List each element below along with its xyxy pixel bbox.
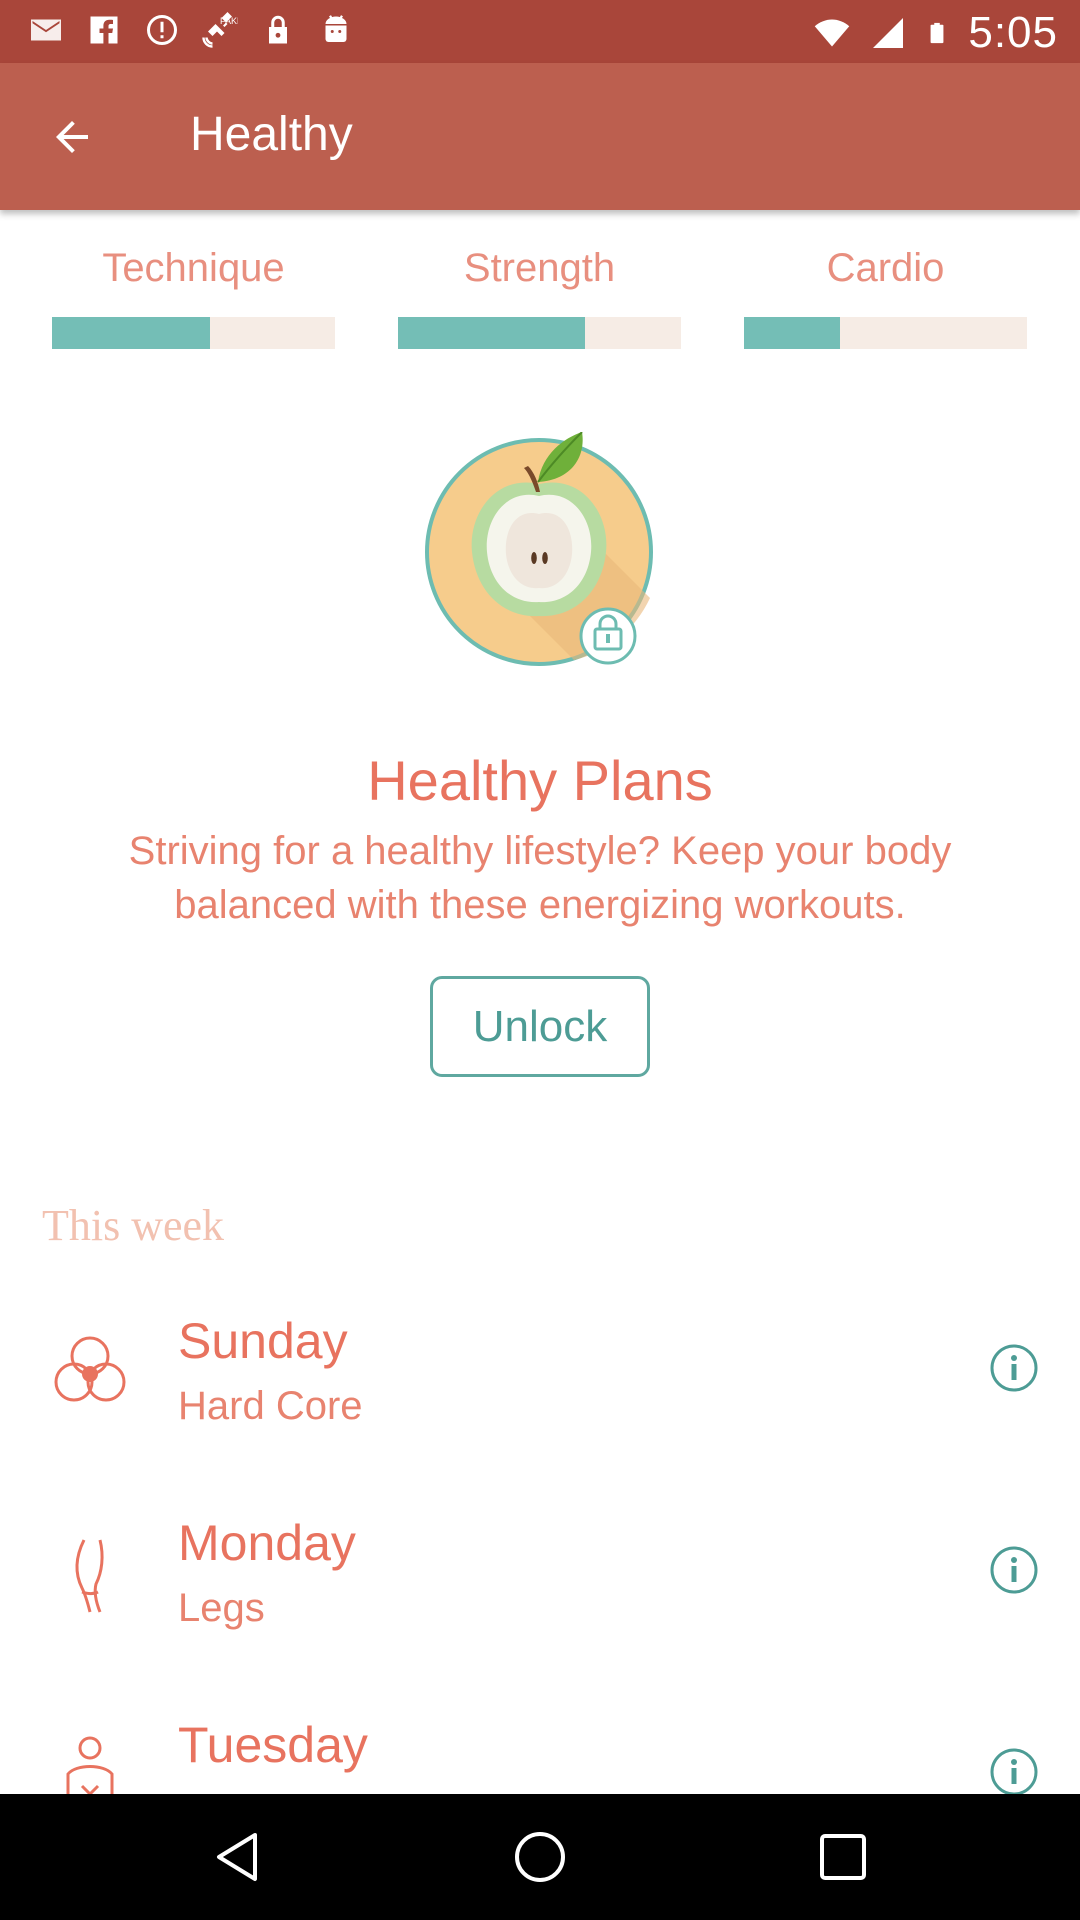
progress-track xyxy=(744,317,1027,349)
info-icon[interactable] xyxy=(988,1342,1040,1394)
notification-icons: FAKE xyxy=(28,12,354,48)
list-item-sunday[interactable]: Sunday Hard Core xyxy=(0,1290,1080,1492)
status-time: 5:05 xyxy=(968,8,1058,57)
battery-icon xyxy=(930,22,944,44)
core-icon xyxy=(54,1336,126,1402)
home-circle-icon[interactable] xyxy=(512,1829,568,1885)
list-item-monday[interactable]: Monday Legs xyxy=(0,1492,1080,1694)
signal-icon xyxy=(873,18,904,48)
unlock-button[interactable]: Unlock xyxy=(430,976,650,1077)
facebook-icon xyxy=(90,16,118,44)
week-day-list: Sunday Hard Core Monday Legs Tuesday xyxy=(0,1290,1080,1794)
list-item-tuesday[interactable]: Tuesday xyxy=(0,1694,1080,1794)
progress-track xyxy=(52,317,335,349)
skill-progress-row: Technique Strength Cardio xyxy=(0,210,1080,350)
system-nav-bar xyxy=(0,1794,1080,1920)
alert-icon xyxy=(147,15,177,45)
progress-cardio: Cardio xyxy=(744,210,1027,349)
back-triangle-icon[interactable] xyxy=(209,1829,265,1885)
day-name: Sunday xyxy=(178,1313,348,1369)
workout-name: Legs xyxy=(178,1586,265,1630)
body-icon xyxy=(66,1736,114,1794)
info-icon[interactable] xyxy=(988,1544,1040,1596)
svg-text:FAKE: FAKE xyxy=(220,16,238,26)
page-title: Healthy xyxy=(190,108,353,161)
progress-fill xyxy=(744,317,841,349)
recents-square-icon[interactable] xyxy=(815,1829,871,1885)
apple-icon xyxy=(425,432,653,666)
progress-label: Technique xyxy=(102,246,285,290)
this-week-header: This week xyxy=(42,1201,225,1250)
progress-label: Cardio xyxy=(826,246,945,290)
progress-label: Strength xyxy=(463,246,616,290)
system-status: 5:05 xyxy=(814,8,1058,58)
lock-icon xyxy=(579,607,637,665)
app-bar: Healthy xyxy=(0,63,1080,210)
progress-fill xyxy=(398,317,585,349)
email-icon xyxy=(31,19,61,41)
plans-title: Healthy Plans xyxy=(367,749,713,812)
plans-description: Striving for a healthy lifestyle? Keep y… xyxy=(128,829,952,927)
satellite-icon: FAKE xyxy=(202,12,238,48)
android-icon xyxy=(325,15,347,42)
day-name: Monday xyxy=(178,1515,356,1571)
status-bar: FAKE 5:05 xyxy=(0,0,1080,63)
back-button[interactable] xyxy=(38,107,106,167)
progress-fill xyxy=(52,317,211,349)
progress-strength: Strength xyxy=(398,210,681,349)
progress-track xyxy=(398,317,681,349)
wifi-icon xyxy=(815,19,850,47)
info-icon[interactable] xyxy=(988,1746,1040,1794)
leg-icon xyxy=(75,1539,104,1613)
workout-name: Hard Core xyxy=(178,1384,363,1428)
day-name: Tuesday xyxy=(178,1717,368,1773)
lock-icon xyxy=(269,15,287,44)
arrow-back-icon xyxy=(56,121,88,153)
progress-technique: Technique xyxy=(52,210,335,349)
